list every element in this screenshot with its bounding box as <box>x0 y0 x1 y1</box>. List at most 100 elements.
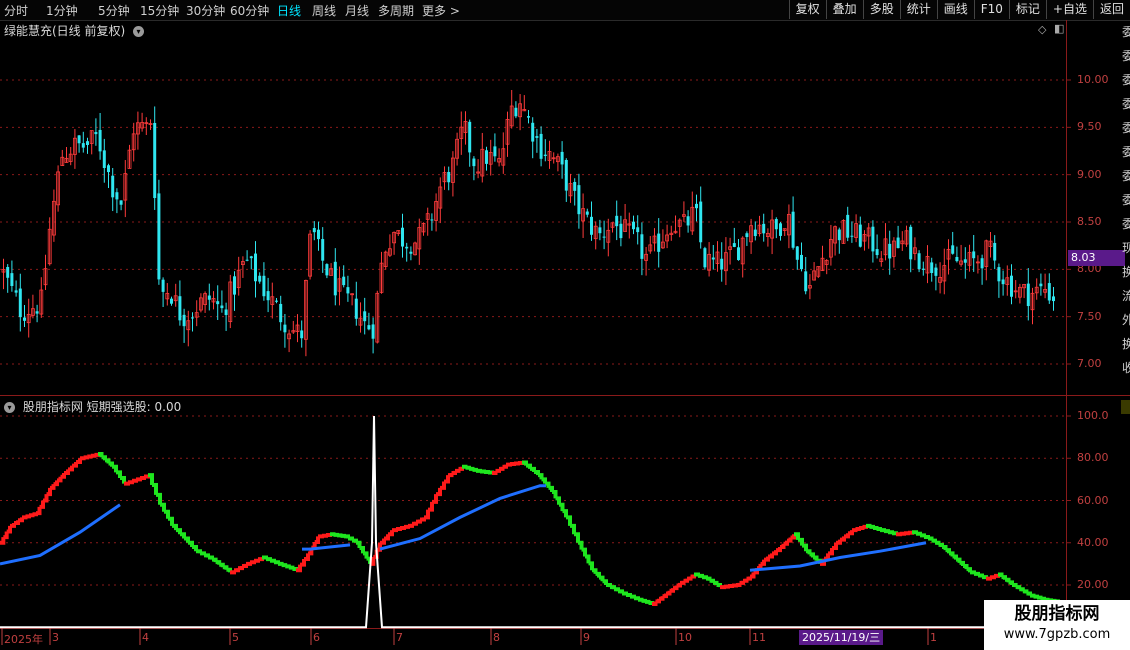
candle-body <box>871 226 875 252</box>
trend-line-segment <box>896 532 902 537</box>
trend-line-segment <box>709 578 715 583</box>
candle-body <box>245 259 249 261</box>
trend-line-segment <box>669 588 675 593</box>
trend-line-segment <box>574 532 580 543</box>
trend-line-segment <box>451 470 457 476</box>
trend-line-segment <box>916 531 922 536</box>
candle-body <box>1001 279 1005 285</box>
candle-body <box>753 229 757 237</box>
blue-average-line <box>302 543 351 551</box>
candle-body <box>737 247 740 261</box>
trend-line-segment <box>736 582 742 587</box>
trend-line-segment <box>462 464 468 469</box>
trend-line-segment <box>314 536 320 545</box>
candle-body <box>161 279 165 292</box>
trend-line-segment <box>18 517 24 523</box>
trend-line-segment <box>64 469 70 476</box>
trend-line-segment <box>337 533 343 538</box>
trend-line-segment <box>144 474 150 479</box>
candle-body <box>107 165 110 173</box>
trend-line-segment <box>994 573 1000 578</box>
trend-line-segment <box>1019 587 1025 592</box>
price-tick-label: 9.00 <box>1077 167 1102 181</box>
candle-body <box>363 311 367 322</box>
trend-line-segment <box>880 528 886 533</box>
trend-line-segment <box>46 487 52 497</box>
candle-body <box>779 223 782 236</box>
trend-line-segment <box>634 596 640 601</box>
trend-line-segment <box>739 580 745 585</box>
trend-line-segment <box>424 509 430 520</box>
chart-canvas[interactable] <box>0 0 1130 650</box>
trend-line-segment <box>659 596 665 601</box>
candle-body <box>321 239 325 261</box>
candle-body <box>111 175 115 198</box>
candle-body <box>224 309 228 315</box>
trend-line-segment <box>140 475 146 480</box>
candle-body <box>1026 283 1030 307</box>
trend-line-segment <box>555 496 561 505</box>
trend-line-segment <box>472 467 478 472</box>
candle-body <box>98 129 102 152</box>
trend-line-segment <box>400 525 406 530</box>
trend-line-segment <box>787 537 793 543</box>
candle-body <box>207 295 211 300</box>
trend-line-segment <box>208 555 214 560</box>
trend-line-segment <box>687 576 693 581</box>
candle-body <box>573 181 577 191</box>
trend-line-segment <box>813 555 819 561</box>
trend-line-segment <box>824 553 830 561</box>
watermark-url: www.7gpzb.com <box>1003 627 1111 642</box>
trend-line-segment <box>292 566 298 571</box>
trend-line-segment <box>1015 585 1022 590</box>
trend-line-segment <box>931 538 937 543</box>
trend-line-segment <box>757 563 763 571</box>
trend-line-segment <box>116 470 122 478</box>
candle-body <box>888 243 892 259</box>
trend-line-segment <box>610 585 616 590</box>
candle-body <box>254 253 257 282</box>
trend-line-segment <box>226 567 232 573</box>
candle-body <box>178 296 182 321</box>
trend-line-segment <box>39 500 45 509</box>
trend-line-segment <box>982 575 988 580</box>
candle-body <box>619 223 623 239</box>
candle-body <box>564 159 568 191</box>
candle-body <box>447 171 451 183</box>
candle-body <box>10 273 14 286</box>
trend-line-segment <box>809 552 815 558</box>
candle-body <box>1039 283 1043 287</box>
candle-body <box>858 224 862 247</box>
trend-line-segment <box>1033 594 1039 599</box>
date-tick-label: 5 <box>232 631 239 644</box>
trend-line-segment <box>440 481 446 490</box>
trend-line-segment <box>266 557 272 562</box>
trend-line-segment <box>230 570 236 575</box>
candle-body <box>699 201 703 243</box>
trend-line-segment <box>780 543 786 549</box>
blue-average-line <box>379 484 546 551</box>
trend-line-segment <box>288 565 295 570</box>
trend-line-segment <box>330 532 336 537</box>
candle-body <box>249 256 253 259</box>
trend-line-segment <box>832 542 838 551</box>
date-tick-label: 8 <box>493 631 500 644</box>
trend-line-segment <box>262 555 268 560</box>
trend-line-segment <box>1026 591 1032 596</box>
indicator-tick-label: 80.00 <box>1077 451 1109 465</box>
chart-grid <box>0 79 1071 645</box>
candle-body <box>963 259 967 263</box>
trend-line-segment <box>548 485 554 493</box>
trend-line-segment <box>743 578 749 583</box>
candle-body <box>216 301 220 305</box>
trend-line-segment <box>855 527 861 532</box>
candle-body <box>972 251 976 259</box>
trend-line-segment <box>176 528 182 535</box>
candle-body <box>94 132 98 135</box>
trend-line-segment <box>566 515 572 526</box>
candle-body <box>720 258 724 270</box>
candle-body <box>598 227 602 234</box>
candle-body <box>354 298 358 319</box>
trend-line-segment <box>326 533 332 538</box>
trend-line-segment <box>859 525 865 530</box>
